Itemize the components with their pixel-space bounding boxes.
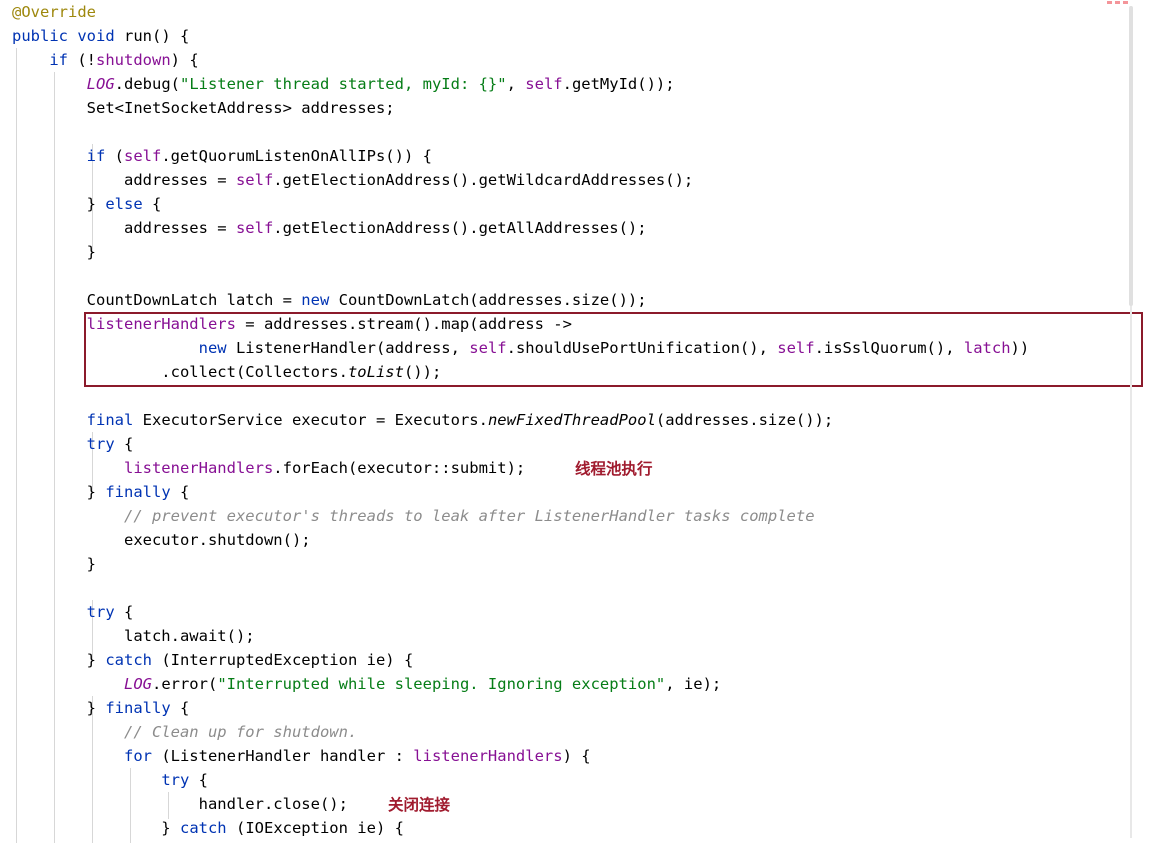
token-field: listenerHandlers bbox=[86, 315, 236, 333]
token-keyword: else bbox=[105, 195, 143, 213]
token-string: "Interrupted while sleeping. Ignoring ex… bbox=[217, 675, 666, 693]
token-comment: // Clean up for shutdown. bbox=[123, 723, 358, 741]
code-surface[interactable]: @Override public void run() { if (!shutd… bbox=[0, 0, 1150, 843]
code-line-highlighted[interactable]: listenerHandlers = addresses.stream().ma… bbox=[0, 312, 1150, 336]
code-line-highlighted[interactable]: .collect(Collectors.toList()); bbox=[0, 360, 1150, 384]
code-line[interactable]: public void run() { bbox=[0, 24, 1150, 48]
token-field: shutdown bbox=[96, 51, 171, 69]
code-line[interactable]: } finally { bbox=[0, 696, 1150, 720]
code-line[interactable]: latch.await(); bbox=[0, 624, 1150, 648]
token-keyword: new bbox=[198, 339, 227, 357]
token-static-method: newFixedThreadPool bbox=[487, 411, 656, 429]
code-line[interactable]: } catch (InterruptedException ie) { bbox=[0, 648, 1150, 672]
code-line-highlighted[interactable]: new ListenerHandler(address, self.should… bbox=[0, 336, 1150, 360]
code-line[interactable]: try { bbox=[0, 768, 1150, 792]
token-method: run bbox=[124, 27, 153, 45]
code-line[interactable]: try { bbox=[0, 600, 1150, 624]
token-field: self bbox=[525, 75, 563, 93]
token-field: self bbox=[235, 219, 274, 237]
token-static-field: LOG bbox=[86, 75, 115, 93]
code-line-blank[interactable] bbox=[0, 576, 1150, 600]
code-line-blank[interactable] bbox=[0, 264, 1150, 288]
code-editor[interactable]: @Override public void run() { if (!shutd… bbox=[0, 0, 1150, 843]
token-keyword: try bbox=[86, 603, 115, 621]
token-keyword: final bbox=[86, 411, 134, 429]
token-keyword: new bbox=[301, 291, 330, 309]
error-marker-icon[interactable] bbox=[1115, 1, 1120, 4]
token-field: listenerHandlers bbox=[123, 459, 274, 477]
token-annotation: @Override bbox=[12, 3, 96, 21]
code-line[interactable]: } bbox=[0, 552, 1150, 576]
token-keyword: for bbox=[123, 747, 152, 765]
code-line-blank[interactable] bbox=[0, 384, 1150, 408]
error-marker-icon[interactable] bbox=[1123, 1, 1128, 4]
token-field: self bbox=[124, 147, 162, 165]
code-line[interactable]: } else { bbox=[0, 192, 1150, 216]
token-field: self bbox=[469, 339, 507, 357]
code-line[interactable]: handler.close(); bbox=[0, 792, 1150, 816]
token-field: latch bbox=[963, 339, 1011, 357]
scrollbar-marker-strip bbox=[1107, 1, 1128, 4]
code-line[interactable]: if (!shutdown) { bbox=[0, 48, 1150, 72]
code-line[interactable]: if (self.getQuorumListenOnAllIPs()) { bbox=[0, 144, 1150, 168]
code-line[interactable]: addresses = self.getElectionAddress().ge… bbox=[0, 216, 1150, 240]
token-static-field: LOG bbox=[123, 675, 152, 693]
code-line[interactable]: CountDownLatch latch = new CountDownLatc… bbox=[0, 288, 1150, 312]
token-keyword: if bbox=[86, 147, 106, 165]
token-keyword: finally bbox=[105, 483, 171, 501]
code-line[interactable]: Set<InetSocketAddress> addresses; bbox=[0, 96, 1150, 120]
token-comment: // prevent executor's threads to leak af… bbox=[123, 507, 815, 525]
code-line[interactable]: try { bbox=[0, 432, 1150, 456]
token-keyword: try bbox=[86, 435, 115, 453]
code-line[interactable]: for (ListenerHandler handler : listenerH… bbox=[0, 744, 1150, 768]
token-field: self bbox=[235, 171, 274, 189]
token-keyword: catch bbox=[179, 819, 227, 837]
code-line[interactable]: final ExecutorService executor = Executo… bbox=[0, 408, 1150, 432]
token-field: listenerHandlers bbox=[413, 747, 563, 765]
token-string: "Listener thread started, myId: {}" bbox=[179, 75, 507, 93]
code-line[interactable]: // prevent executor's threads to leak af… bbox=[0, 504, 1150, 528]
code-line[interactable]: } finally { bbox=[0, 480, 1150, 504]
code-line[interactable]: } bbox=[0, 240, 1150, 264]
note-close-connection: 关闭连接 bbox=[388, 796, 451, 814]
token-keyword: catch bbox=[105, 651, 152, 669]
scrollbar-thumb[interactable] bbox=[1129, 6, 1133, 306]
token-keyword: public bbox=[12, 27, 68, 45]
code-line[interactable]: executor.shutdown(); bbox=[0, 528, 1150, 552]
token-static-method: toList bbox=[347, 363, 404, 381]
code-line[interactable]: addresses = self.getElectionAddress().ge… bbox=[0, 168, 1150, 192]
code-line[interactable]: // Clean up for shutdown. bbox=[0, 720, 1150, 744]
note-thread-pool: 线程池执行 bbox=[575, 460, 653, 478]
code-line[interactable]: LOG.debug("Listener thread started, myId… bbox=[0, 72, 1150, 96]
token-keyword: finally bbox=[105, 699, 171, 717]
code-line[interactable]: } catch (IOException ie) { bbox=[0, 816, 1150, 840]
code-line-blank[interactable] bbox=[0, 120, 1150, 144]
token-keyword: void bbox=[77, 27, 115, 45]
token-keyword: try bbox=[161, 771, 190, 789]
code-line[interactable]: LOG.error("Interrupted while sleeping. I… bbox=[0, 672, 1150, 696]
error-marker-icon[interactable] bbox=[1107, 1, 1112, 4]
code-line[interactable]: @Override bbox=[0, 0, 1150, 24]
token-field: self bbox=[777, 339, 815, 357]
token-keyword: if bbox=[49, 51, 68, 69]
